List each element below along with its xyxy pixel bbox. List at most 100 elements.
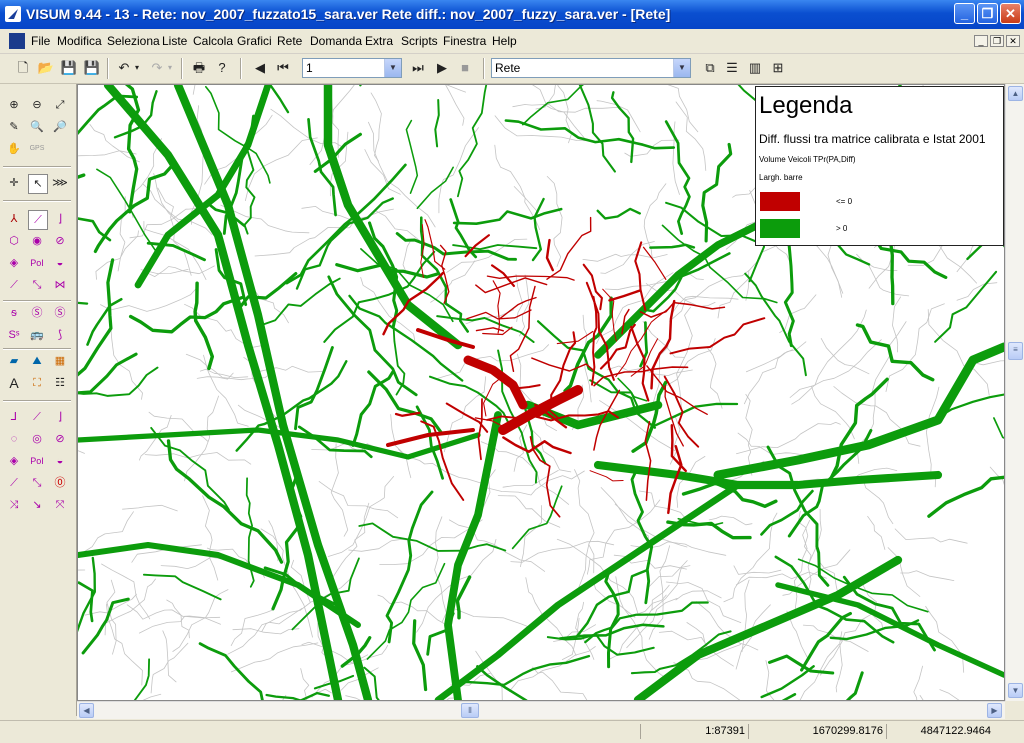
- local-street-link[interactable]: [78, 411, 85, 454]
- link-positive[interactable]: [666, 122, 689, 234]
- view-select[interactable]: Rete ▼: [491, 58, 691, 78]
- local-street-link[interactable]: [676, 591, 721, 600]
- link-negative[interactable]: [584, 265, 602, 310]
- count-edit-icon[interactable]: ◒: [51, 452, 69, 470]
- link-positive[interactable]: [151, 428, 229, 510]
- horizontal-scrollbar[interactable]: ◀ ⦀ ▶: [77, 701, 1005, 719]
- local-street-link[interactable]: [913, 666, 926, 700]
- local-street-link[interactable]: [812, 386, 855, 438]
- link-positive[interactable]: [131, 298, 243, 332]
- play-icon[interactable]: ▶: [432, 58, 452, 78]
- local-street-link[interactable]: [519, 275, 528, 336]
- document-icon[interactable]: [9, 33, 25, 49]
- local-street-link[interactable]: [123, 505, 178, 511]
- local-street-link[interactable]: [583, 315, 591, 402]
- local-street-link[interactable]: [435, 517, 447, 622]
- link-positive[interactable]: [745, 274, 806, 376]
- link-negative[interactable]: [396, 413, 420, 416]
- close-button[interactable]: ✕: [1000, 3, 1021, 24]
- connector-icon[interactable]: ◈: [5, 254, 23, 272]
- matrix-icon[interactable]: ▦: [51, 352, 69, 370]
- local-street-link[interactable]: [742, 580, 749, 652]
- local-street-link[interactable]: [526, 578, 576, 656]
- chart-icon[interactable]: ⛰: [28, 352, 46, 370]
- turn-icon[interactable]: ⌋: [51, 210, 69, 228]
- line-route-icon[interactable]: ⟆: [51, 326, 69, 344]
- local-street-link[interactable]: [468, 345, 548, 361]
- local-street-link[interactable]: [130, 208, 200, 238]
- link-positive[interactable]: [406, 121, 417, 194]
- territory-edit-icon[interactable]: ⊘: [51, 430, 69, 448]
- local-street-link[interactable]: [893, 297, 901, 352]
- list-icon[interactable]: ☷: [51, 374, 69, 392]
- link-positive[interactable]: [213, 85, 288, 112]
- local-street-link[interactable]: [601, 242, 655, 274]
- local-street-link[interactable]: [583, 254, 667, 261]
- menu-file[interactable]: File: [31, 34, 50, 48]
- chevron-down-icon[interactable]: ▼: [673, 59, 690, 77]
- link-positive[interactable]: [361, 249, 453, 321]
- select-arrow-icon[interactable]: ↖: [28, 174, 48, 194]
- local-street-link[interactable]: [167, 600, 190, 638]
- link-positive[interactable]: [513, 486, 562, 548]
- node-edit-icon[interactable]: ⅃: [5, 408, 23, 426]
- local-street-link[interactable]: [647, 561, 687, 589]
- link-positive[interactable]: [799, 673, 862, 700]
- local-street-link[interactable]: [662, 339, 716, 389]
- link-negative[interactable]: [635, 242, 645, 310]
- spread-icon[interactable]: ⋙: [51, 174, 69, 192]
- link-edit-icon[interactable]: ⟋: [28, 408, 46, 426]
- page-select[interactable]: 1 ▼: [302, 58, 402, 78]
- local-street-link[interactable]: [228, 608, 302, 654]
- local-street-link[interactable]: [331, 444, 348, 537]
- link-positive[interactable]: [590, 380, 638, 409]
- local-street-link[interactable]: [498, 496, 560, 528]
- local-street-link[interactable]: [708, 348, 723, 408]
- turn-edit-icon[interactable]: ⌋: [51, 408, 69, 426]
- link-positive[interactable]: [267, 693, 329, 700]
- scroll-up-icon[interactable]: ▲: [1008, 86, 1023, 101]
- menu-finestra[interactable]: Finestra: [443, 34, 486, 48]
- local-street-link[interactable]: [533, 667, 605, 700]
- local-street-link[interactable]: [127, 605, 220, 625]
- undo-icon[interactable]: ↶: [114, 58, 134, 78]
- menu-grafici[interactable]: Grafici: [237, 34, 272, 48]
- stop-hierarchy-icon[interactable]: Sˢ: [5, 326, 23, 344]
- link-negative[interactable]: [590, 471, 623, 481]
- toll-system-icon[interactable]: ⋈: [51, 276, 69, 294]
- local-street-link[interactable]: [940, 690, 991, 700]
- link-negative[interactable]: [479, 399, 483, 459]
- redo-icon[interactable]: ↷: [147, 58, 167, 78]
- zoom-in-icon[interactable]: ⊕: [5, 96, 23, 114]
- local-street-link[interactable]: [331, 503, 369, 580]
- corridor-link-positive[interactable]: [718, 347, 1004, 475]
- cascade-windows-icon[interactable]: ⧉: [700, 58, 720, 78]
- local-street-link[interactable]: [231, 643, 318, 672]
- mdi-minimize-button[interactable]: _: [974, 35, 988, 47]
- local-street-link[interactable]: [403, 239, 412, 272]
- local-street-link[interactable]: [503, 470, 558, 487]
- new-file-icon[interactable]: 🗋: [13, 58, 33, 78]
- pencil-icon[interactable]: ✎: [5, 118, 23, 136]
- local-street-link[interactable]: [676, 102, 706, 171]
- local-street-link[interactable]: [439, 128, 479, 213]
- link-positive[interactable]: [78, 260, 113, 380]
- local-street-link[interactable]: [718, 274, 753, 318]
- local-street-link[interactable]: [736, 572, 826, 585]
- path-edit-icon[interactable]: ⤨: [5, 496, 23, 514]
- save-icon[interactable]: 💾: [59, 58, 79, 78]
- local-street-link[interactable]: [368, 122, 435, 227]
- bus-icon[interactable]: 🚌: [28, 326, 46, 344]
- link-negative[interactable]: [668, 446, 681, 513]
- legend-icon[interactable]: ⛶: [28, 374, 46, 392]
- link-negative[interactable]: [547, 240, 553, 270]
- local-street-link[interactable]: [391, 415, 411, 478]
- local-street-link[interactable]: [920, 695, 953, 700]
- local-street-link[interactable]: [495, 145, 538, 212]
- connector-edit-icon[interactable]: ◈: [5, 452, 23, 470]
- link-positive[interactable]: [353, 372, 393, 445]
- local-street-link[interactable]: [547, 176, 562, 266]
- local-street-link[interactable]: [154, 174, 181, 225]
- local-street-link[interactable]: [118, 197, 125, 271]
- menu-seleziona[interactable]: Seleziona: [107, 34, 160, 48]
